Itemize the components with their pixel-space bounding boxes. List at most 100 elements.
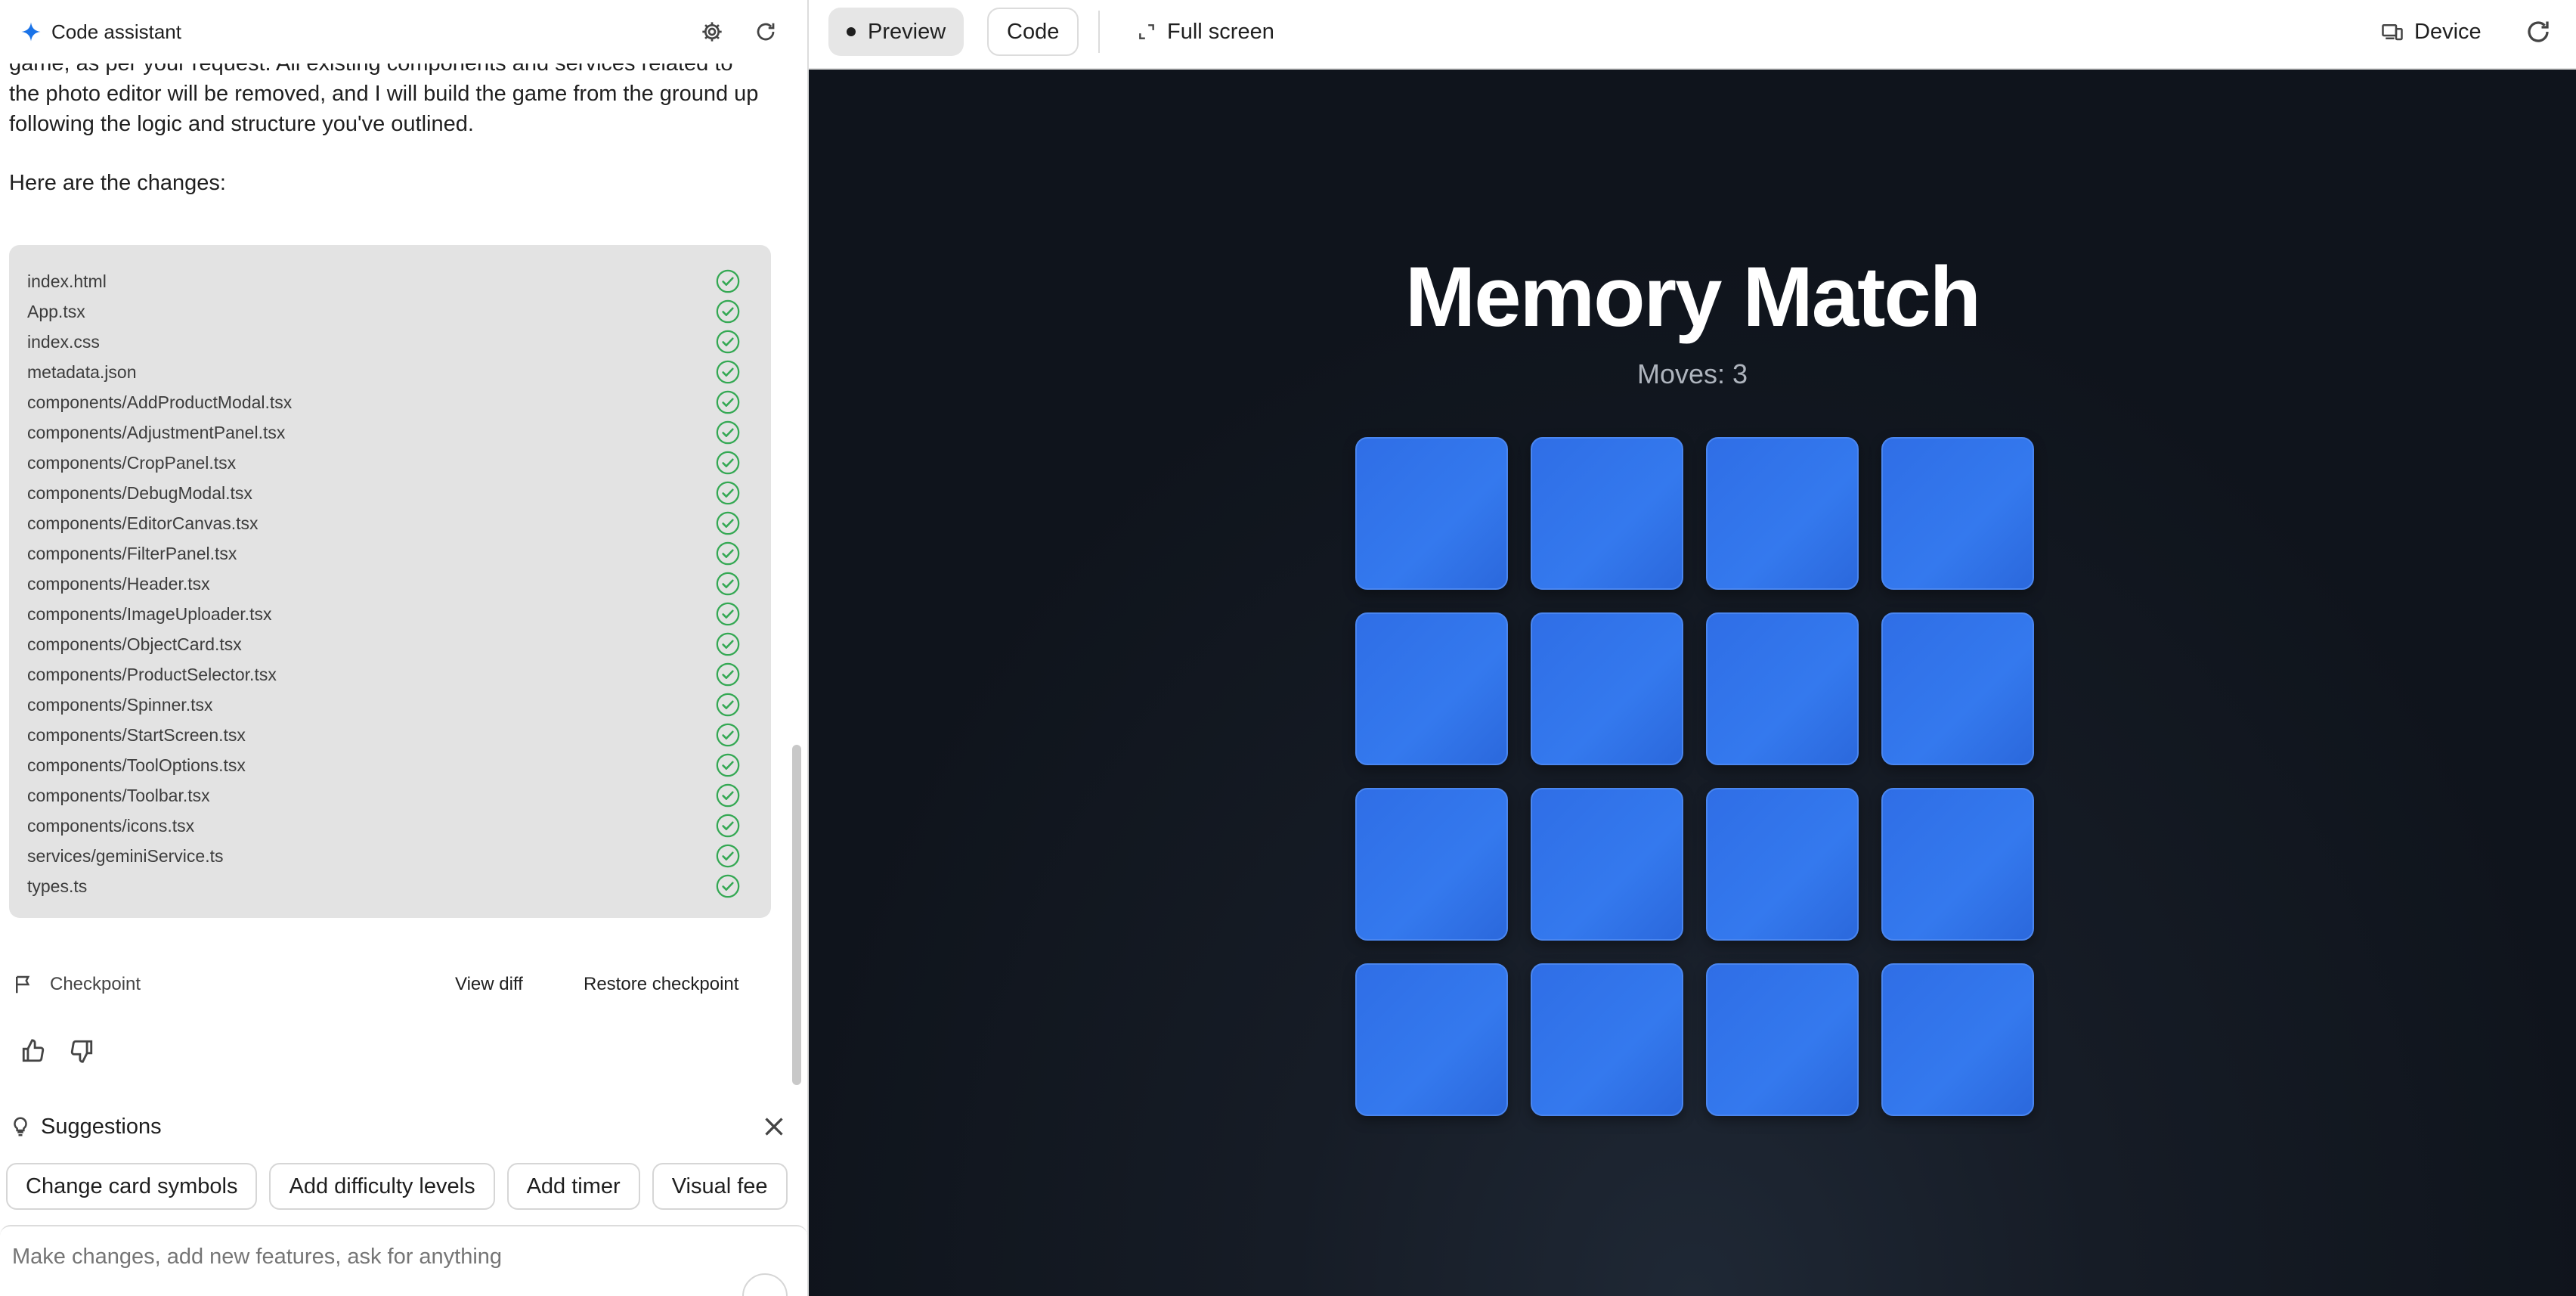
file-row[interactable]: metadata.json (27, 357, 753, 387)
memory-card[interactable] (1355, 437, 1508, 590)
feedback-buttons (18, 1036, 97, 1066)
file-row[interactable]: components/AddProductModal.tsx (27, 387, 753, 417)
file-row[interactable]: services/geminiService.ts (27, 841, 753, 871)
file-name: components/CropPanel.tsx (27, 452, 237, 473)
tab-code[interactable]: Code (987, 8, 1079, 56)
file-row[interactable]: components/Toolbar.tsx (27, 780, 753, 811)
check-circle-icon (716, 783, 740, 808)
check-circle-icon (716, 874, 740, 898)
file-name: types.ts (27, 876, 88, 896)
check-circle-icon (716, 723, 740, 747)
check-circle-icon (716, 632, 740, 656)
memory-card[interactable] (1355, 788, 1508, 941)
file-row[interactable]: components/ObjectCard.tsx (27, 629, 753, 659)
file-row[interactable]: index.html (27, 266, 753, 296)
check-circle-icon (716, 602, 740, 626)
memory-card[interactable] (1531, 437, 1683, 590)
file-name: components/DebugModal.tsx (27, 482, 252, 503)
check-circle-icon (716, 451, 740, 475)
check-circle-icon (716, 541, 740, 566)
file-row[interactable]: components/icons.tsx (27, 811, 753, 841)
refresh-icon[interactable] (752, 18, 779, 45)
file-row[interactable]: components/FilterPanel.tsx (27, 538, 753, 569)
memory-card[interactable] (1531, 612, 1683, 765)
file-row[interactable]: components/ProductSelector.tsx (27, 659, 753, 690)
file-row[interactable]: components/Header.tsx (27, 569, 753, 599)
suggestion-chips: Change card symbols Add difficulty level… (6, 1163, 798, 1213)
tab-code-label: Code (1007, 19, 1060, 44)
memory-card[interactable] (1881, 612, 2034, 765)
suggestion-chip[interactable]: Add timer (506, 1163, 640, 1210)
file-name: index.html (27, 271, 107, 291)
file-row[interactable]: index.css (27, 327, 753, 357)
restore-checkpoint-button[interactable]: Restore checkpoint (584, 974, 738, 995)
file-name: components/Toolbar.tsx (27, 785, 210, 805)
send-button[interactable] (742, 1273, 788, 1296)
file-row[interactable]: App.tsx (27, 296, 753, 327)
game-preview: Memory Match Moves: 3 (809, 70, 2576, 1296)
chat-scrollbar[interactable] (792, 745, 801, 1085)
file-name: components/Spinner.tsx (27, 694, 213, 715)
close-icon[interactable] (760, 1113, 788, 1140)
file-name: components/AddProductModal.tsx (27, 392, 293, 412)
suggestion-chip[interactable]: Add difficulty levels (269, 1163, 495, 1210)
check-circle-icon (716, 511, 740, 535)
file-row[interactable]: components/CropPanel.tsx (27, 448, 753, 478)
file-row[interactable]: components/EditorCanvas.tsx (27, 508, 753, 538)
flag-icon (16, 975, 30, 994)
file-name: components/ImageUploader.tsx (27, 603, 272, 624)
moves-label: Moves: (1636, 358, 1725, 389)
device-button[interactable]: Device (2363, 8, 2500, 56)
thumbs-down-icon[interactable] (67, 1036, 97, 1066)
suggestions-header: Suggestions (9, 1110, 788, 1143)
file-row[interactable]: types.ts (27, 871, 753, 901)
assistant-title: Code assistant (51, 20, 181, 43)
tab-preview[interactable]: Preview (828, 8, 964, 56)
file-row[interactable]: components/Spinner.tsx (27, 690, 753, 720)
file-name: services/geminiService.ts (27, 845, 224, 866)
memory-card[interactable] (1706, 612, 1859, 765)
tab-preview-label: Preview (868, 19, 946, 44)
checkpoint-label: Checkpoint (50, 974, 141, 994)
memory-card[interactable] (1881, 437, 2034, 590)
reload-preview-icon[interactable] (2525, 18, 2552, 45)
check-circle-icon (716, 299, 740, 324)
file-row[interactable]: components/ToolOptions.tsx (27, 750, 753, 780)
moves-value: 3 (1732, 358, 1748, 389)
suggestion-chip[interactable]: Visual fee (652, 1163, 788, 1210)
memory-card[interactable] (1706, 788, 1859, 941)
full-screen-label: Full screen (1167, 19, 1274, 44)
sparkle-icon (21, 22, 41, 42)
memory-card[interactable] (1531, 788, 1683, 941)
settings-gear-icon[interactable] (698, 18, 726, 45)
suggestion-chip[interactable]: Change card symbols (6, 1163, 258, 1210)
thumbs-up-icon[interactable] (18, 1036, 48, 1066)
check-circle-icon (716, 662, 740, 687)
devices-icon (2382, 24, 2403, 41)
preview-panel: Preview Code Full screen Device Memory M… (809, 0, 2576, 1296)
memory-card[interactable] (1355, 612, 1508, 765)
memory-card[interactable] (1706, 963, 1859, 1116)
check-circle-icon (716, 420, 740, 445)
memory-card[interactable] (1881, 963, 2034, 1116)
full-screen-button[interactable]: Full screen (1119, 8, 1293, 56)
file-name: components/ToolOptions.tsx (27, 755, 246, 775)
check-circle-icon (716, 814, 740, 838)
file-row[interactable]: components/StartScreen.tsx (27, 720, 753, 750)
prompt-input[interactable]: Make changes, add new features, ask for … (0, 1225, 807, 1296)
assistant-header: Code assistant (0, 0, 807, 64)
memory-card[interactable] (1531, 963, 1683, 1116)
game-title: Memory Match (1404, 250, 1981, 344)
memory-card[interactable] (1706, 437, 1859, 590)
memory-card[interactable] (1355, 963, 1508, 1116)
check-circle-icon (716, 360, 740, 384)
memory-card[interactable] (1881, 788, 2034, 941)
file-row[interactable]: components/DebugModal.tsx (27, 478, 753, 508)
file-name: metadata.json (27, 361, 137, 382)
check-circle-icon (716, 693, 740, 717)
file-row[interactable]: components/AdjustmentPanel.tsx (27, 417, 753, 448)
file-name: components/icons.tsx (27, 815, 195, 836)
file-row[interactable]: components/ImageUploader.tsx (27, 599, 753, 629)
view-diff-button[interactable]: View diff (455, 974, 523, 995)
device-label: Device (2414, 19, 2482, 44)
